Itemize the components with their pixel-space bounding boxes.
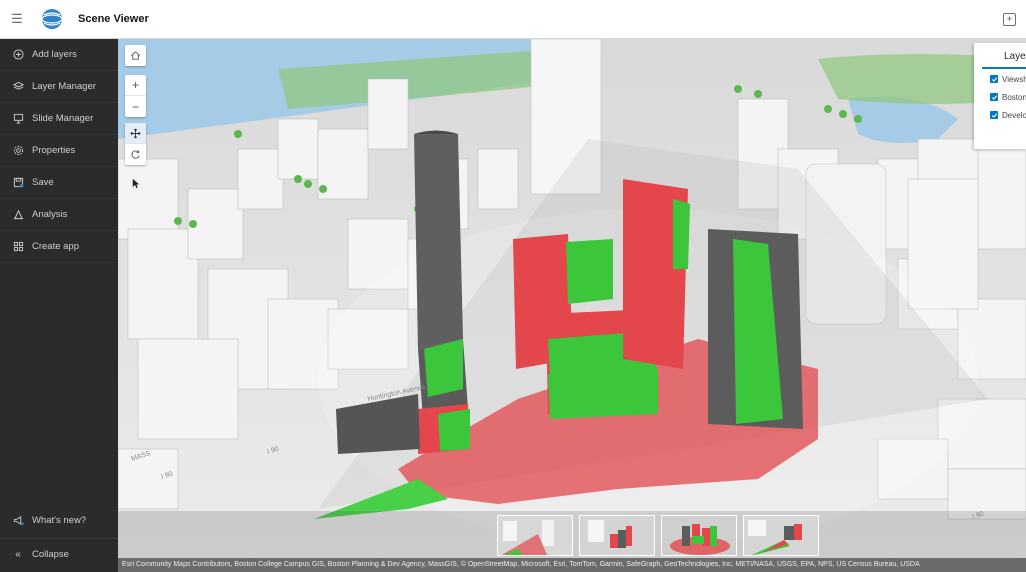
checkbox-checked-icon[interactable] [990,93,998,101]
sidebar-item-create-app[interactable]: Create app [0,231,118,263]
sidebar-item-label: Create app [32,241,80,252]
slide-thumbnail-3[interactable] [661,515,737,556]
scene-view[interactable]: Huntington Avenue I 90 I 90 MASS I 90 + … [118,39,1026,572]
layer-name: Boston [1002,92,1026,102]
layer-name: Development [1002,110,1026,120]
layer-row-viewshed[interactable]: Viewshed [974,71,1026,87]
slide-gallery [497,515,819,556]
sidebar-item-label: Add layers [32,49,77,60]
zoom-control: + − [125,75,146,117]
whats-new-button[interactable]: What's new? [0,504,118,536]
expand-icon[interactable]: + [1003,13,1016,26]
slide-thumbnail-2[interactable] [579,515,655,556]
sidebar-item-label: Properties [32,145,76,156]
gear-icon [12,145,24,157]
home-control [125,45,146,66]
zoom-out-button[interactable]: − [125,96,146,117]
sidebar-item-label: Slide Manager [32,113,94,124]
sidebar-item-slide-manager[interactable]: Slide Manager [0,103,118,135]
layer-list-panel: Layers Viewshed Boston Development [974,43,1026,149]
sidebar-item-layer-manager[interactable]: Layer Manager [0,71,118,103]
map-attribution: Esri Community Maps Contributors, Boston… [118,558,1026,572]
slide-thumbnail-4[interactable] [743,515,819,556]
slides-icon [12,113,24,125]
layers-icon [12,81,24,93]
hamburger-icon[interactable]: ☰ [0,0,34,39]
checkbox-checked-icon[interactable] [990,75,998,83]
save-icon [12,177,24,189]
layer-row-development[interactable]: Development [974,107,1026,123]
add-circle-icon [12,49,24,61]
sidebar-item-properties[interactable]: Properties [0,135,118,167]
sidebar-item-label: Layer Manager [32,81,96,92]
layer-name: Viewshed [1002,74,1026,84]
scene-viewer-logo [41,9,63,29]
collapse-label: Collapse [32,549,69,560]
pointer-control [125,173,146,194]
pan-icon[interactable] [125,123,146,144]
app-header: ☰ Scene Viewer + [0,0,1026,39]
grid-icon [12,241,24,253]
sidebar: Add layers Layer Manager Slide Manager P… [0,39,118,572]
sidebar-item-label: Analysis [32,209,68,220]
sidebar-item-save[interactable]: Save [0,167,118,199]
city-3d-scene[interactable]: Huntington Avenue I 90 I 90 MASS I 90 [118,39,1026,572]
sidebar-item-label: Save [32,177,54,188]
analysis-icon [12,209,24,221]
layer-row-boston[interactable]: Boston [974,89,1026,105]
tab-layers[interactable]: Layers [982,43,1026,69]
checkbox-checked-icon[interactable] [990,111,998,119]
navigation-mode-control [125,123,146,165]
sidebar-item-analysis[interactable]: Analysis [0,199,118,231]
slide-thumbnail-1[interactable] [497,515,573,556]
collapse-button[interactable]: « Collapse [0,538,118,570]
whats-new-label: What's new? [32,514,87,526]
app-title: Scene Viewer [78,13,149,25]
rotate-icon[interactable] [125,144,146,165]
chevrons-left-icon: « [15,549,21,560]
pointer-icon[interactable] [125,173,146,194]
megaphone-icon [12,514,24,526]
zoom-in-button[interactable]: + [125,75,146,96]
home-icon[interactable] [125,45,146,66]
sidebar-item-add-layers[interactable]: Add layers [0,39,118,71]
